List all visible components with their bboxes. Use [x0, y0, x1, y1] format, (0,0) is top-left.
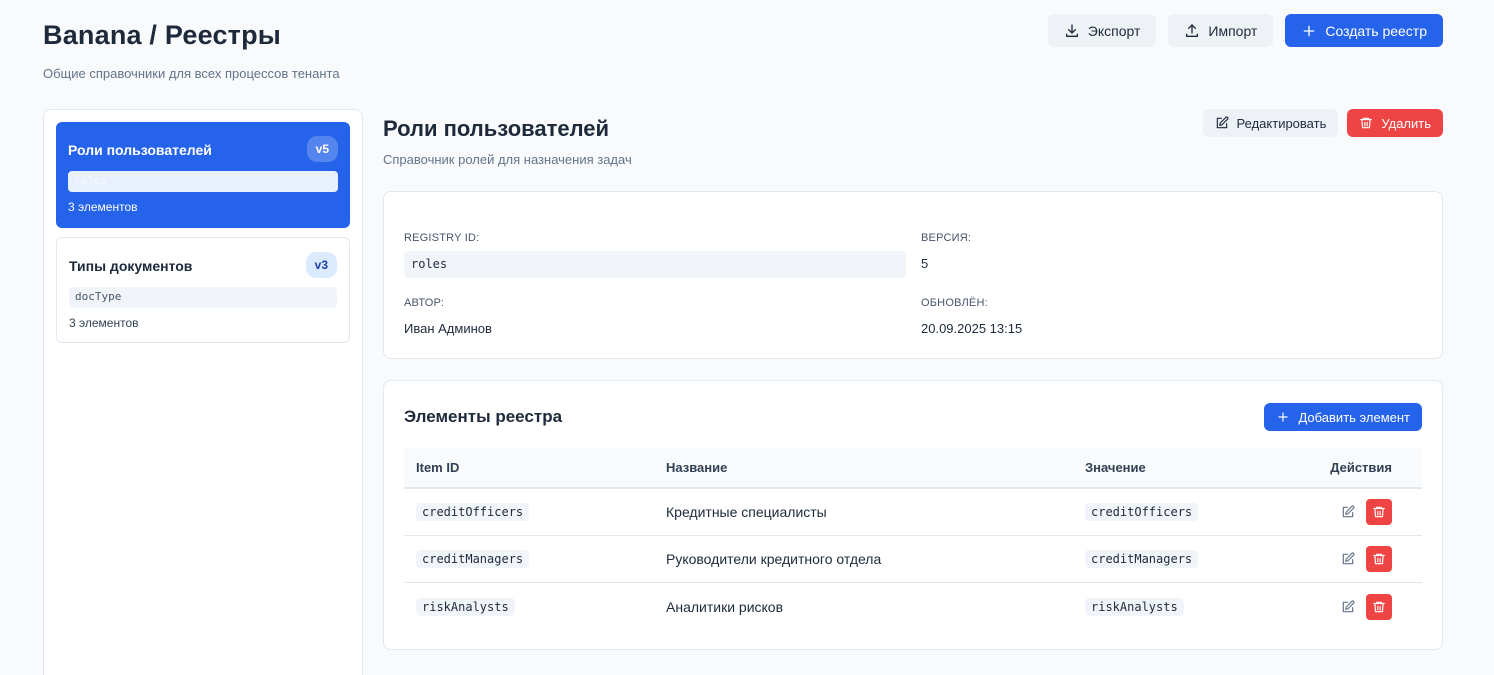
registry-id-label: REGISTRY ID: [404, 232, 480, 244]
author-label: АВТОР: [404, 297, 445, 309]
detail-subtitle: Справочник ролей для назначения задач [383, 152, 632, 167]
registry-item-roles[interactable]: Роли пользователей v5 roles 3 элементов [56, 122, 350, 228]
add-item-button[interactable]: Добавить элемент [1264, 403, 1422, 431]
column-header-name[interactable]: Название [666, 460, 727, 475]
item-value: creditManagers [1085, 550, 1199, 568]
registry-name: Роли пользователей [68, 142, 212, 158]
edit-item-button[interactable] [1340, 551, 1356, 567]
detail-title: Роли пользователей [383, 116, 610, 141]
row-actions [1340, 593, 1392, 620]
plus-icon [1278, 412, 1289, 422]
registry-item-doctype[interactable]: Типы документов v3 docType 3 элементов [56, 237, 350, 343]
item-id: creditOfficers [416, 503, 530, 521]
delete-registry-label: Удалить [1381, 115, 1431, 131]
table-row: creditManagers Руководители кредитного о… [404, 536, 1422, 583]
upload-icon [1186, 23, 1199, 37]
export-button[interactable]: Экспорт [1047, 14, 1157, 47]
add-item-label: Добавить элемент [1298, 409, 1410, 425]
row-actions [1340, 499, 1392, 525]
registry-count: 3 элементов [68, 200, 138, 214]
item-id: creditManagers [416, 550, 530, 568]
updated-label: ОБНОВЛЁН: [921, 297, 988, 309]
item-name: Аналитики рисков [666, 598, 784, 615]
table-header: Item ID Название Значение Действия [404, 448, 1422, 489]
version-value: 5 [921, 256, 929, 271]
registry-sidebar: Роли пользователей v5 roles 3 элементов … [43, 109, 363, 675]
delete-item-button[interactable] [1366, 499, 1392, 525]
page-subtitle: Общие справочники для всех процессов тен… [43, 66, 340, 81]
registry-name: Типы документов [69, 258, 193, 274]
import-button[interactable]: Импорт [1168, 14, 1274, 47]
version-label: ВЕРСИЯ: [921, 232, 972, 244]
table-row: creditOfficers Кредитные специалисты cre… [404, 489, 1422, 536]
registry-items-card: Элементы реестра Добавить элемент Item I… [383, 380, 1443, 650]
version-badge: v3 [305, 252, 337, 278]
pencil-square-icon [1342, 505, 1355, 518]
column-header-value[interactable]: Значение [1085, 460, 1146, 475]
plus-icon [1304, 25, 1315, 36]
trash-icon [1373, 601, 1385, 612]
item-id: riskAnalysts [416, 597, 515, 616]
item-value: creditOfficers [1085, 503, 1199, 521]
trash-icon [1373, 506, 1385, 518]
registry-id-value: roles [404, 251, 906, 278]
author-value: Иван Админов [404, 321, 492, 336]
edit-registry-button[interactable]: Редактировать [1202, 109, 1339, 137]
column-header-actions: Действия [1330, 460, 1392, 475]
top-actions: Экспорт Импорт Создать реестр [1047, 14, 1443, 47]
registry-code: roles [68, 171, 338, 192]
registry-info-card: REGISTRY ID: roles ВЕРСИЯ: 5 АВТОР: Иван… [383, 191, 1443, 359]
updated-value: 20.09.2025 13:15 [921, 321, 1023, 336]
column-header-item-id[interactable]: Item ID [416, 460, 459, 475]
edit-registry-label: Редактировать [1236, 115, 1327, 131]
pencil-square-icon [1216, 116, 1229, 129]
create-registry-button[interactable]: Создать реестр [1285, 14, 1443, 47]
edit-item-button[interactable] [1340, 599, 1356, 615]
edit-item-button[interactable] [1340, 504, 1356, 520]
row-actions [1340, 546, 1392, 572]
import-label: Импорт [1208, 22, 1258, 39]
delete-registry-button[interactable]: Удалить [1347, 109, 1443, 137]
trash-icon [1360, 117, 1373, 129]
pencil-square-icon [1342, 600, 1355, 612]
delete-item-button[interactable] [1366, 593, 1392, 620]
version-badge: v5 [306, 136, 338, 162]
trash-icon [1373, 553, 1385, 565]
registry-count: 3 элементов [69, 316, 139, 330]
items-title: Элементы реестра [404, 407, 563, 426]
items-table: Item ID Название Значение Действия credi… [404, 448, 1422, 630]
detail-actions: Редактировать Удалить [1202, 109, 1443, 137]
item-name: Руководители кредитного отдела [666, 551, 882, 567]
table-row: riskAnalysts Аналитики рисков riskAnalys… [404, 583, 1422, 630]
item-name: Кредитные специалисты [666, 504, 827, 520]
download-icon [1065, 23, 1078, 37]
pencil-square-icon [1342, 552, 1355, 565]
page-title: Banana / Реестры [43, 20, 282, 50]
registry-code: docType [69, 287, 337, 308]
create-registry-label: Создать реестр [1325, 22, 1427, 39]
item-value: riskAnalysts [1085, 597, 1184, 616]
export-label: Экспорт [1087, 22, 1141, 39]
delete-item-button[interactable] [1366, 546, 1392, 572]
